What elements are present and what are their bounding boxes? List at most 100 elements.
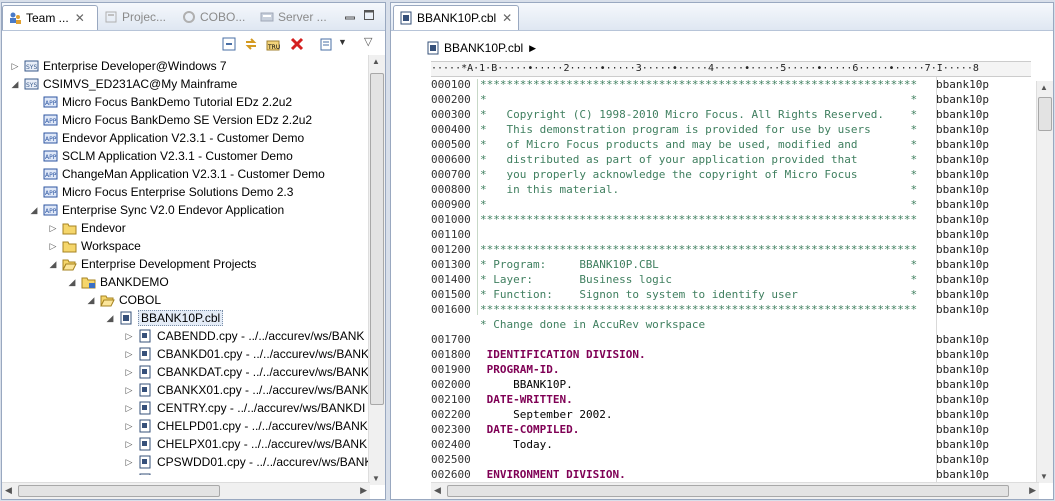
- tree-item[interactable]: ◢ APP Enterprise Sync V2.0 Endevor Applica…: [29, 201, 285, 219]
- collapse-all-icon[interactable]: [222, 37, 236, 51]
- tab-project[interactable]: Projec...: [99, 5, 175, 29]
- view-menu-chevron-icon[interactable]: ▽: [364, 35, 372, 48]
- tree-item[interactable]: ◢ BBANK10P.cbl: [105, 309, 224, 327]
- expand-arrow-icon[interactable]: ▷: [124, 367, 134, 378]
- tree-item[interactable]: APP Micro Focus Enterprise Solutions Demo…: [29, 183, 293, 201]
- tree-item[interactable]: ▷ CBANKD01.cpy - ../../accurev/ws/BANK: [124, 345, 370, 363]
- code-line[interactable]: 001700 bbank10p: [431, 332, 1051, 347]
- code-line[interactable]: 001800 IDENTIFICATION DIVISION. bbank10p: [431, 347, 1051, 362]
- scroll-down-icon[interactable]: ▼: [1037, 472, 1051, 481]
- tree-item[interactable]: ◢ COBOL: [86, 291, 161, 309]
- editor-horizontal-scrollbar[interactable]: ◀ ▶: [431, 482, 1039, 499]
- editor-hscroll-thumb[interactable]: [447, 485, 1009, 497]
- tree-item[interactable]: ◢ SYS CSIMVS_ED231AC@My Mainframe: [10, 75, 238, 93]
- code-line[interactable]: 002400 Today. bbank10p: [431, 437, 1051, 452]
- scroll-left-icon[interactable]: ◀: [5, 485, 12, 496]
- collapse-arrow-icon[interactable]: ◢: [86, 295, 96, 306]
- tab-server[interactable]: Server ...: [255, 5, 335, 29]
- minimize-icon[interactable]: [345, 10, 355, 20]
- code-line[interactable]: 002300 DATE-COMPILED. bbank10p: [431, 422, 1051, 437]
- collapse-arrow-icon[interactable]: ◢: [67, 277, 77, 288]
- code-line[interactable]: 000200 * * bbank10p: [431, 92, 1051, 107]
- scroll-right-icon[interactable]: ▶: [1029, 485, 1036, 496]
- tree-item[interactable]: ▷ Endevor: [48, 219, 126, 237]
- code-line[interactable]: 001500 * Function: Signon to system to id…: [431, 287, 1051, 302]
- expand-arrow-icon[interactable]: ▷: [124, 421, 134, 432]
- tree-item[interactable]: ▷ CENTRY.cpy - ../../accurev/ws/BANKDI: [124, 399, 366, 417]
- code-line[interactable]: 000800 * in this material. * bbank10p: [431, 182, 1051, 197]
- tree-item[interactable]: ▷ CBANKX01.cpy - ../../accurev/ws/BANK: [124, 381, 369, 399]
- editor-scroll-thumb[interactable]: [1038, 97, 1052, 131]
- tree-horizontal-scrollbar[interactable]: ◀ ▶: [2, 482, 370, 499]
- code-line[interactable]: 001900 PROGRAM-ID. bbank10p: [431, 362, 1051, 377]
- scroll-up-icon[interactable]: ▲: [1037, 83, 1051, 92]
- expand-arrow-icon[interactable]: ▷: [10, 61, 20, 72]
- scroll-down-icon[interactable]: ▼: [369, 474, 383, 483]
- code-line[interactable]: 001600 **********************************…: [431, 302, 1051, 317]
- expand-arrow-icon[interactable]: ▷: [48, 241, 58, 252]
- breadcrumb-arrow-icon[interactable]: ▶: [529, 43, 536, 54]
- expand-arrow-icon[interactable]: ▷: [124, 475, 134, 476]
- code-line[interactable]: 000300 * Copyright (C) 1998-2010 Micro Fo…: [431, 107, 1051, 122]
- scroll-right-icon[interactable]: ▶: [360, 485, 367, 496]
- expand-arrow-icon[interactable]: ▷: [124, 457, 134, 468]
- code-line[interactable]: 001400 * Layer: Business logic * bbank10p: [431, 272, 1051, 287]
- code-line[interactable]: 001200 **********************************…: [431, 242, 1051, 257]
- code-line[interactable]: 001000 **********************************…: [431, 212, 1051, 227]
- tree-item[interactable]: APP Micro Focus BankDemo SE Version EDz 2…: [29, 111, 312, 129]
- code-line[interactable]: 000100 **********************************…: [431, 77, 1051, 92]
- expand-arrow-icon[interactable]: ▷: [48, 223, 58, 234]
- code-line[interactable]: 002600 ENVIRONMENT DIVISION. bbank10p: [431, 467, 1051, 482]
- breadcrumb[interactable]: BBANK10P.cbl ▶: [421, 39, 536, 57]
- link-editor-icon[interactable]: [244, 37, 258, 51]
- tree-item[interactable]: ◢ BANKDEMO: [67, 273, 169, 291]
- tab-bbank10p[interactable]: BBANK10P.cbl ✕: [393, 5, 519, 30]
- tree-item[interactable]: ▷ SYS Enterprise Developer@Windows 7: [10, 57, 227, 75]
- code-line[interactable]: 001300 * Program: BBANK10P.CBL * bbank10p: [431, 257, 1051, 272]
- expand-arrow-icon[interactable]: ▷: [124, 349, 134, 360]
- tree-scroll-thumb[interactable]: [370, 73, 384, 405]
- expand-arrow-icon[interactable]: ▷: [124, 385, 134, 396]
- code-line[interactable]: 000400 * This demonstration program is pr…: [431, 122, 1051, 137]
- tree-item[interactable]: ▷ CBANKDAT.cpy - ../../accurev/ws/BANK: [124, 363, 369, 381]
- tree-vertical-scrollbar[interactable]: ▲ ▼: [368, 55, 385, 485]
- code-line[interactable]: 001100 bbank10p: [431, 227, 1051, 242]
- code-line[interactable]: 002200 September 2002. bbank10p: [431, 407, 1051, 422]
- editor-vertical-scrollbar[interactable]: ▲ ▼: [1036, 81, 1053, 483]
- tree-item[interactable]: ▷ CHELPD01.cpy - ../../accurev/ws/BANK: [124, 417, 368, 435]
- tree-item[interactable]: ▷ Workspace: [48, 237, 141, 255]
- new-filter-icon[interactable]: TRU: [266, 37, 280, 51]
- code-line[interactable]: 000600 * distributed as part of your appl…: [431, 152, 1051, 167]
- code-line[interactable]: −002000 BBANK10P.bbank10p: [431, 377, 1051, 392]
- tree-item[interactable]: ◢ Enterprise Development Projects: [48, 255, 257, 273]
- expand-arrow-icon[interactable]: ▷: [124, 403, 134, 414]
- code-line[interactable]: 000700 * you properly acknowledge the cop…: [431, 167, 1051, 182]
- code-line[interactable]: 002500 bbank10p: [431, 452, 1051, 467]
- view-menu-icon[interactable]: [320, 37, 334, 51]
- close-icon[interactable]: ✕: [502, 11, 512, 25]
- tab-cobol[interactable]: COBO...: [177, 5, 253, 29]
- code-line[interactable]: 000500 * of Micro Focus products and may …: [431, 137, 1051, 152]
- code-area[interactable]: 000100 **********************************…: [431, 77, 1051, 483]
- tree-item[interactable]: ▷ CABENDD.cpy - ../../accurev/ws/BANK: [124, 327, 365, 345]
- delete-icon[interactable]: [290, 37, 304, 51]
- expand-arrow-icon[interactable]: ▷: [124, 439, 134, 450]
- close-icon[interactable]: ✕: [75, 11, 85, 25]
- scroll-left-icon[interactable]: ◀: [434, 485, 441, 496]
- tree-item[interactable]: APP SCLM Application V2.3.1 - Customer De…: [29, 147, 293, 165]
- tab-team[interactable]: Team ... ✕: [2, 5, 98, 30]
- tree-item[interactable]: ▷ CHELPX01.cpy - ../../accurev/ws/BANK: [124, 435, 368, 453]
- code-line[interactable]: 000900 * * bbank10p: [431, 197, 1051, 212]
- expand-arrow-icon[interactable]: ▷: [124, 331, 134, 342]
- collapse-arrow-icon[interactable]: ◢: [29, 205, 39, 216]
- tree-item[interactable]: APP ChangeMan Application V2.3.1 - Custom…: [29, 165, 325, 183]
- code-line[interactable]: * Change done in AccuRev workspace: [431, 317, 1051, 332]
- code-line[interactable]: 002100 DATE-WRITTEN. bbank10p: [431, 392, 1051, 407]
- collapse-arrow-icon[interactable]: ◢: [105, 313, 115, 324]
- scroll-up-icon[interactable]: ▲: [369, 57, 383, 66]
- collapse-arrow-icon[interactable]: ◢: [48, 259, 58, 270]
- tree-item[interactable]: ▷ CPSWDX01.cpy - ../../accurev/ws/BANK: [124, 471, 370, 475]
- tree-item[interactable]: APP Endevor Application V2.3.1 - Customer…: [29, 129, 304, 147]
- collapse-arrow-icon[interactable]: ◢: [10, 79, 20, 90]
- maximize-icon[interactable]: [364, 10, 374, 20]
